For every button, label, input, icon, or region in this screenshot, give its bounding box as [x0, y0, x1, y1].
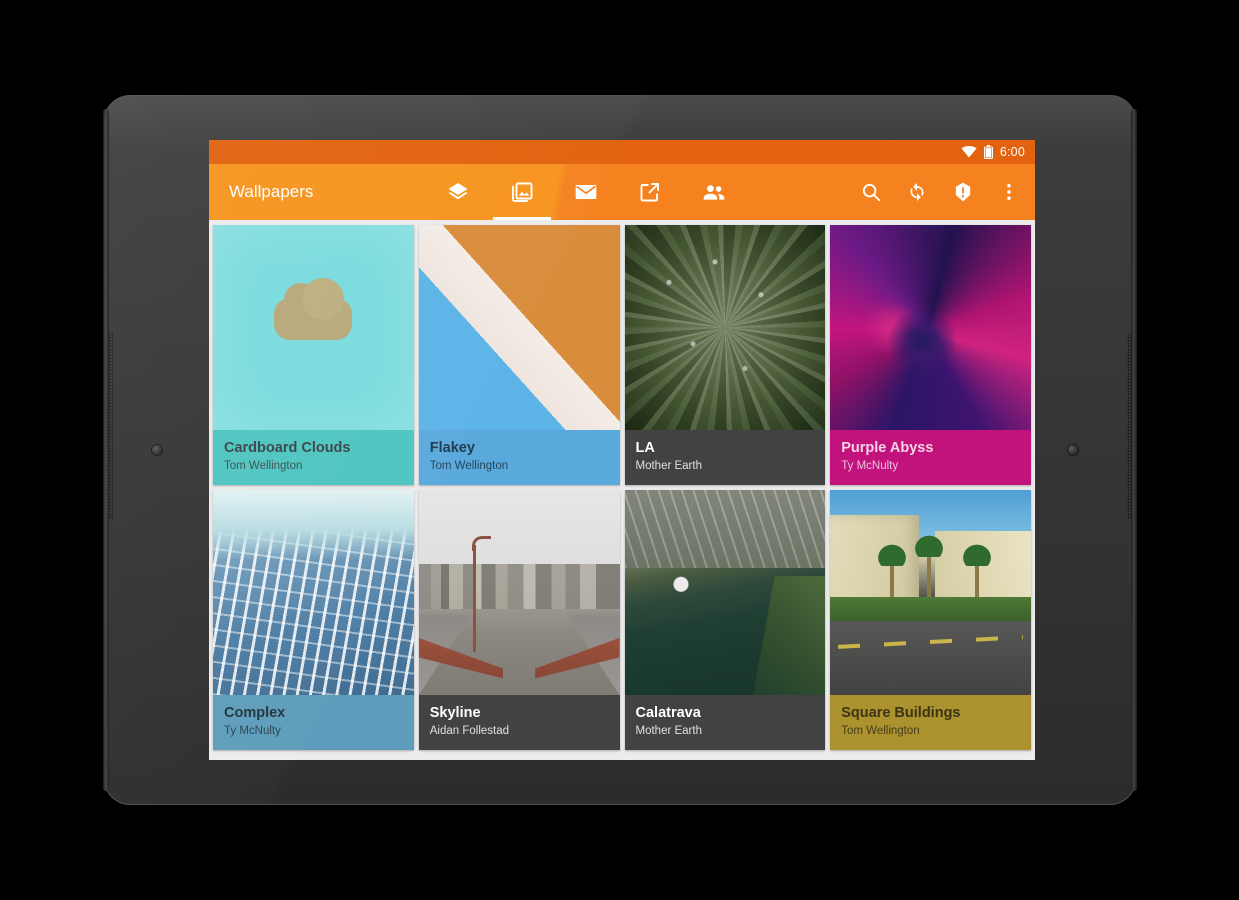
wallpaper-card[interactable]: Flakey Tom Wellington: [418, 225, 620, 486]
camera-dot-left: [152, 445, 162, 455]
wallpaper-thumbnail-flakey[interactable]: [418, 225, 620, 430]
speaker-grille-right: [1127, 333, 1132, 519]
status-bar: 6:00: [209, 140, 1035, 164]
card-caption: Purple Abyss Ty McNulty: [830, 430, 1031, 486]
card-caption: LA Mother Earth: [624, 430, 826, 486]
card-title: Purple Abyss: [841, 440, 934, 456]
wallpaper-card[interactable]: Complex Ty McNulty: [213, 490, 414, 751]
card-caption: Complex Ty McNulty: [213, 695, 414, 751]
tab-email[interactable]: [571, 164, 601, 220]
card-author: Tom Wellington: [841, 725, 920, 738]
card-caption: Skyline Aidan Follestad: [418, 695, 620, 751]
card-title: LA: [635, 440, 655, 456]
card-author: Tom Wellington: [224, 460, 303, 473]
card-author: Tom Wellington: [429, 460, 509, 473]
tab-layers[interactable]: [443, 164, 473, 220]
tab-open-in-new[interactable]: [635, 164, 665, 220]
wallpaper-thumbnail-cardboard-clouds[interactable]: [213, 225, 414, 430]
battery-icon: [983, 145, 993, 159]
overflow-button[interactable]: [997, 180, 1021, 204]
search-button[interactable]: [859, 180, 883, 204]
tablet-device-frame: 6:00 Wallpapers Cardboard Clouds Tom Wel…: [103, 95, 1137, 805]
card-title: Calatrava: [635, 705, 701, 722]
card-author: Ty McNulty: [224, 725, 281, 738]
tablet-screen: 6:00 Wallpapers Cardboard Clouds Tom Wel…: [209, 140, 1035, 760]
card-caption: Square Buildings Tom Wellington: [830, 695, 1031, 751]
wallpaper-card[interactable]: Calatrava Mother Earth: [624, 490, 826, 751]
card-caption: Calatrava Mother Earth: [624, 695, 826, 751]
status-clock: 6:00: [999, 145, 1025, 159]
wallpaper-thumbnail-la[interactable]: [624, 225, 826, 430]
wallpaper-thumbnail-purple-abyss[interactable]: [830, 225, 1031, 430]
wallpaper-thumbnail-skyline[interactable]: [418, 490, 620, 696]
wallpaper-thumbnail-calatrava[interactable]: [624, 490, 826, 696]
card-author: Mother Earth: [635, 725, 702, 738]
hedge-row-shape: [830, 596, 1031, 622]
alert-button[interactable]: [951, 180, 975, 204]
tab-people[interactable]: [699, 164, 729, 220]
card-caption: Cardboard Clouds Tom Wellington: [213, 430, 414, 486]
card-title: Skyline: [429, 705, 481, 722]
camera-dot-right: [1068, 445, 1078, 455]
app-title: Wallpapers: [229, 182, 314, 201]
card-author: Mother Earth: [635, 460, 702, 473]
speaker-grille-left: [108, 333, 113, 519]
wallpaper-card[interactable]: Purple Abyss Ty McNulty: [830, 225, 1031, 486]
street-lamp-shape: [471, 536, 491, 652]
app-bar: Wallpapers: [209, 164, 1035, 220]
parking-lot-shape: [830, 621, 1031, 696]
city-skyline-shape: [418, 563, 620, 609]
card-title: Complex: [224, 705, 286, 722]
card-title: Square Buildings: [841, 705, 961, 722]
card-title: Flakey: [429, 440, 475, 456]
card-author: Aidan Follestad: [429, 725, 510, 738]
card-author: Ty McNulty: [841, 460, 899, 473]
sync-button[interactable]: [905, 180, 929, 204]
wallpaper-card[interactable]: Skyline Aidan Follestad: [418, 490, 620, 751]
wallpaper-thumbnail-complex[interactable]: [213, 490, 414, 696]
card-caption: Flakey Tom Wellington: [418, 430, 620, 486]
card-title: Cardboard Clouds: [224, 440, 351, 456]
app-bar-actions: [859, 180, 1035, 204]
wallpaper-card[interactable]: Square Buildings Tom Wellington: [830, 490, 1031, 751]
wallpaper-thumbnail-square-buildings[interactable]: [830, 490, 1031, 696]
wallpaper-card[interactable]: Cardboard Clouds Tom Wellington: [213, 225, 414, 486]
tab-bar: [443, 164, 729, 220]
wallpaper-card[interactable]: LA Mother Earth: [624, 225, 826, 486]
wifi-icon: [961, 146, 977, 158]
wallpaper-grid: Cardboard Clouds Tom Wellington Flakey T…: [209, 220, 1035, 760]
tab-photos[interactable]: [493, 164, 551, 220]
cloud-shape: [274, 278, 353, 341]
